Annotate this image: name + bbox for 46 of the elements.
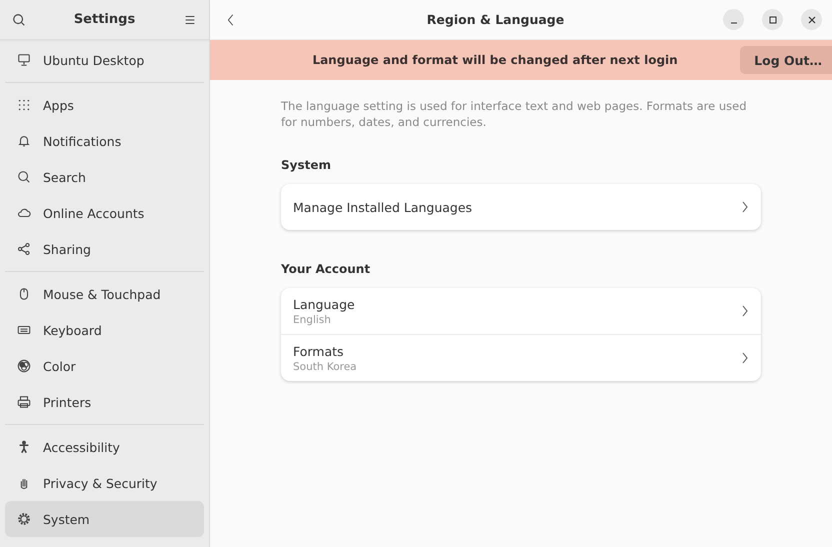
- banner-message: Language and format will be changed after next login: [311, 53, 679, 67]
- row-subtitle: English: [293, 314, 332, 326]
- cloud-icon: [17, 206, 31, 220]
- window-title: Region & Language: [426, 12, 566, 27]
- row-title[interactable]: Formats: [293, 344, 741, 358]
- person-icon: [17, 440, 31, 454]
- search-icon[interactable]: [12, 12, 26, 26]
- minimize-icon: [730, 22, 738, 24]
- grid-icon: [17, 98, 31, 112]
- section-title: System: [281, 158, 332, 172]
- chevron-icon[interactable]: [741, 201, 749, 213]
- description-text: The language setting is used for interface text and web pages. Formats are used for numbers, dates, and currencies.: [281, 98, 748, 130]
- sidebar-title: Settings: [74, 12, 136, 27]
- color-wheel-icon: [17, 359, 31, 373]
- chevron-icon[interactable]: [741, 305, 749, 317]
- maximize-button[interactable]: [762, 9, 783, 30]
- sidebar-item[interactable]: Apps: [5, 87, 204, 123]
- sidebar-item[interactable]: Online Accounts: [5, 195, 204, 231]
- keyboard-icon: [17, 323, 31, 337]
- chevron-icon[interactable]: [741, 352, 749, 364]
- monitor-icon: [17, 53, 31, 67]
- row-subtitle: South Korea: [293, 360, 358, 372]
- sidebar-item[interactable]: System: [5, 501, 204, 537]
- mouse-icon: [17, 287, 31, 301]
- sidebar-item[interactable]: Sharing: [5, 231, 204, 267]
- log-out-button[interactable]: Log Out…: [740, 46, 832, 74]
- sidebar-item[interactable]: Color: [5, 348, 204, 384]
- maximize-icon: [768, 16, 776, 24]
- printer-icon: [17, 395, 31, 409]
- sidebar-item[interactable]: Search: [5, 159, 204, 195]
- bell-icon: [17, 134, 31, 148]
- close-button[interactable]: [801, 9, 822, 30]
- sidebar-item[interactable]: Accessibility: [5, 429, 204, 465]
- sidebar-item[interactable]: Ubuntu Desktop: [5, 42, 204, 78]
- sidebar-item[interactable]: Mouse & Touchpad: [5, 276, 204, 312]
- sidebar-item[interactable]: Notifications: [5, 123, 204, 159]
- sidebar-item[interactable]: Privacy & Security: [5, 465, 204, 501]
- sidebar-item[interactable]: Keyboard: [5, 312, 204, 348]
- gear-icon: [17, 512, 31, 526]
- section-title: Your Account: [281, 262, 372, 276]
- share-icon: [17, 242, 31, 256]
- sidebar-item[interactable]: Printers: [5, 384, 204, 420]
- close-icon: [808, 16, 816, 24]
- row-title[interactable]: Language: [293, 296, 741, 312]
- search-icon: [17, 170, 31, 184]
- row-title[interactable]: Manage Installed Languages: [293, 200, 741, 214]
